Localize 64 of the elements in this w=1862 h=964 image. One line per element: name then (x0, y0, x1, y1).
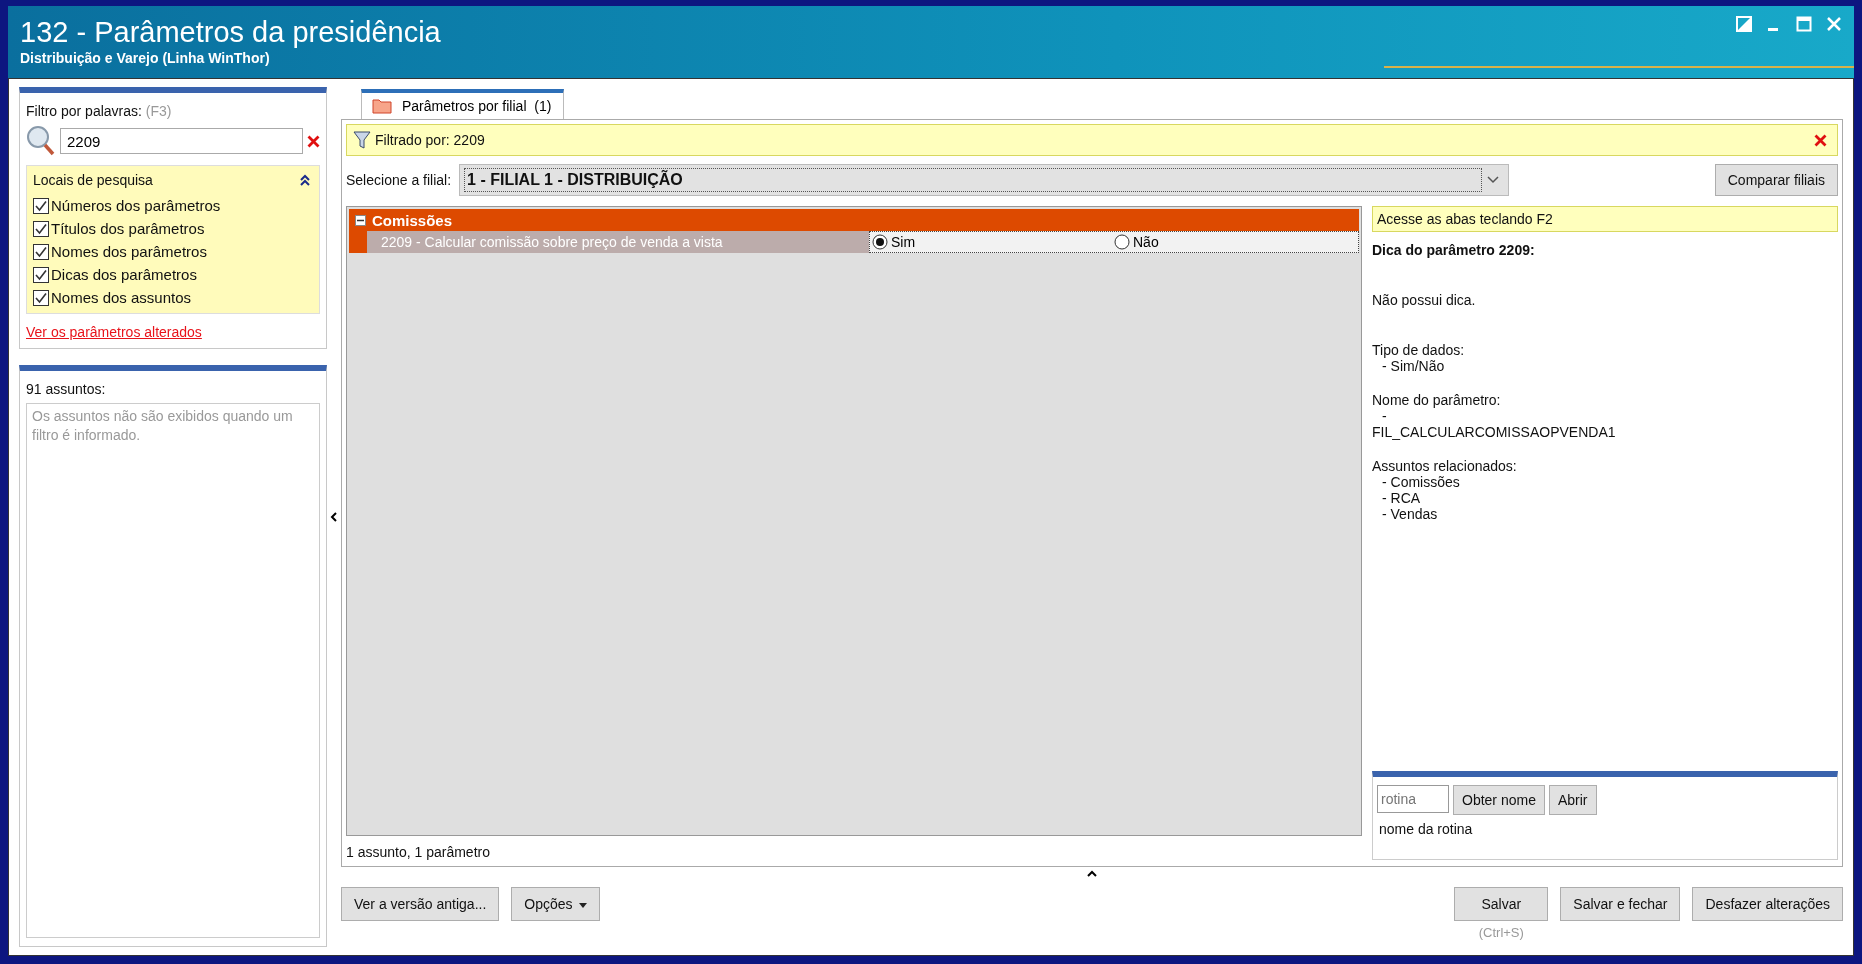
hint-item: - Vendas (1382, 506, 1438, 522)
collapse-icon[interactable] (299, 173, 311, 187)
empty-message: Os assuntos não são exibidos quando um filtro é informado. (32, 408, 293, 443)
branch-dropdown[interactable]: 1 - FILIAL 1 - DISTRIBUIÇÃO (459, 164, 1510, 196)
checkbox-label: Números dos parâmetros (51, 197, 221, 214)
routine-button[interactable]: Obter nome (1453, 785, 1545, 815)
close-icon[interactable] (1826, 16, 1842, 32)
hint-banner: Acesse as abas teclando F2 (1372, 206, 1838, 232)
caret-icon (578, 902, 587, 908)
tab[interactable]: Parâmetros por filial (1) (361, 89, 565, 119)
filter-text: Filtrado por: 2209 (375, 132, 485, 148)
funnel-icon (353, 130, 371, 150)
footer-button[interactable]: Salvar (1454, 887, 1549, 921)
footer-button[interactable]: Ver a versão antiga... (341, 887, 500, 921)
checkbox[interactable] (33, 197, 49, 214)
checkbox-label: Nomes dos parâmetros (51, 243, 207, 260)
branch-label: Selecione a filial: (346, 172, 452, 188)
hint-heading: Tipo de dados: (1372, 342, 1466, 358)
group-header[interactable]: Comissões (349, 209, 1359, 231)
folder-icon (372, 98, 392, 114)
filter-label: Filtro por palavras: (26, 103, 142, 119)
routine-button[interactable]: Abrir (1548, 785, 1597, 815)
checkbox[interactable] (33, 243, 49, 260)
hint-item: - Comissões (1382, 474, 1460, 490)
window-title: 132 - Parâmetros da presidência (20, 15, 441, 50)
hint-item: - RCA (1382, 490, 1421, 506)
section-title: Locais de pesquisa (33, 172, 153, 188)
collapse-icon[interactable] (355, 214, 366, 226)
clear-icon[interactable] (1814, 133, 1827, 147)
collapse-up-icon[interactable] (1086, 870, 1098, 878)
search-field[interactable]: 2209 (60, 128, 303, 154)
status-text: 1 assunto, 1 parâmetro (346, 843, 491, 860)
hint-text: Não possui dica. (1372, 292, 1477, 308)
checkbox[interactable] (33, 289, 49, 306)
checkbox-label: Dicas dos parâmetros (51, 266, 197, 283)
hint-title: Dica do parâmetro 2209: (1372, 242, 1536, 258)
hint-item: - Sim/Não (1382, 358, 1445, 374)
window-subtitle: Distribuição e Varejo (Linha WinThor) (20, 50, 271, 66)
shortcut-hint: (F3) (145, 103, 172, 119)
collapse-left-icon[interactable] (330, 511, 338, 523)
checkbox[interactable] (33, 266, 49, 283)
footer-button[interactable]: Desfazer alterações (1692, 887, 1843, 921)
routine-name: nome da rotina (1378, 821, 1474, 837)
footer-button[interactable]: Opções (511, 887, 600, 921)
compare-button[interactable]: Comparar filiais (1714, 164, 1838, 196)
changed-params-link[interactable]: Ver os parâmetros alterados (26, 324, 202, 340)
clear-icon[interactable] (307, 134, 320, 148)
checkbox-label: Títulos dos parâmetros (51, 220, 205, 237)
checkbox-label: Nomes dos assuntos (51, 289, 192, 306)
restore-icon[interactable] (1736, 16, 1752, 32)
radio-option[interactable]: Não (1114, 232, 1358, 252)
hint-item: FIL_CALCULARCOMISSAOPVENDA1 (1372, 424, 1616, 440)
checkbox[interactable] (33, 220, 49, 237)
search-icon (26, 125, 56, 157)
shortcut-hint: (Ctrl+S) (1478, 925, 1524, 940)
routine-field[interactable]: rotina (1377, 785, 1449, 813)
hint-heading: Assuntos relacionados: (1372, 458, 1518, 474)
subjects-count: 91 assuntos: (26, 381, 107, 397)
radio-option[interactable]: Sim (870, 232, 1114, 252)
parameter-label: 2209 - Calcular comissão sobre preço de venda a vista (367, 231, 869, 253)
hint-heading: Nome do parâmetro: (1372, 392, 1502, 408)
maximize-icon[interactable] (1796, 16, 1812, 32)
footer-button[interactable]: Salvar e fechar (1560, 887, 1681, 921)
hint-item: - (1382, 408, 1387, 424)
